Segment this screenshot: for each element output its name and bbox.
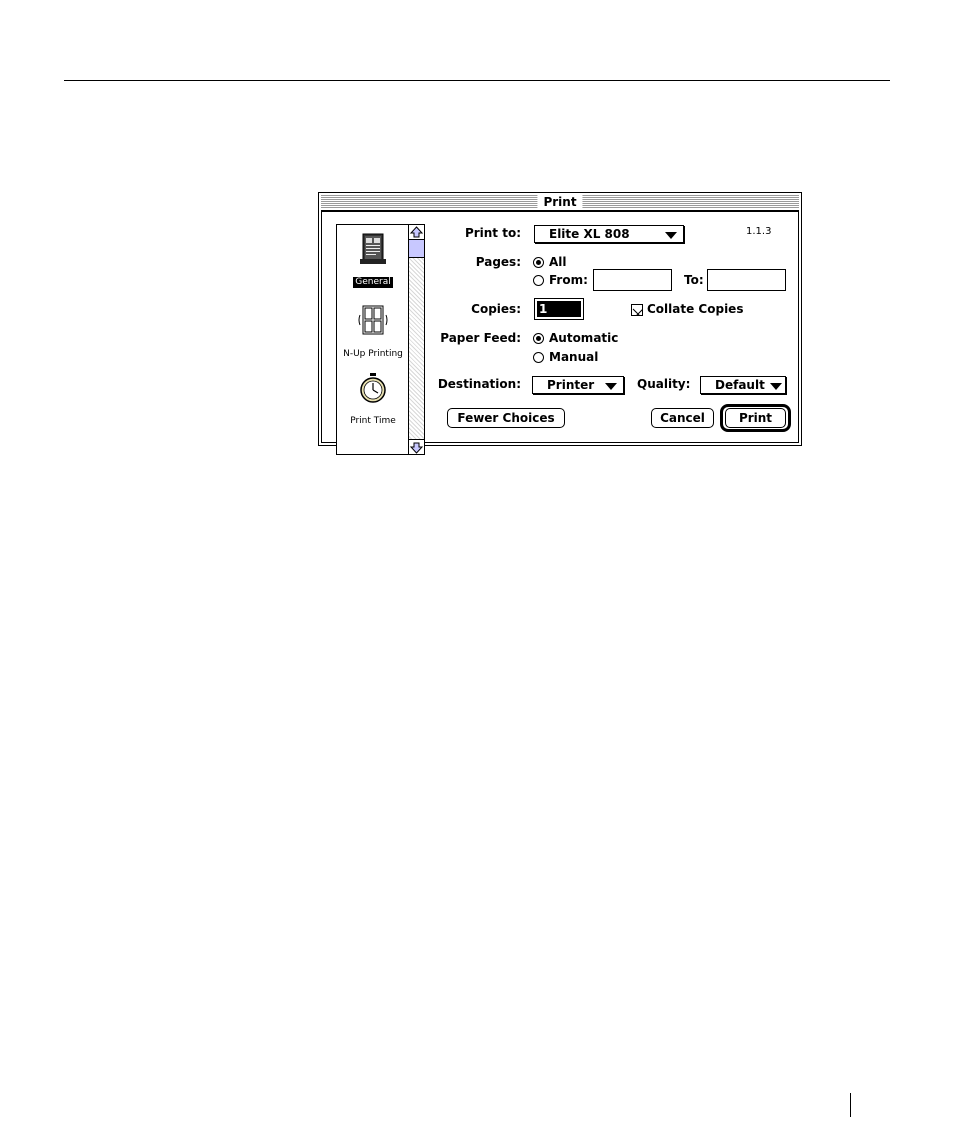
panel-scrollbar[interactable]: [408, 225, 424, 454]
quality-value: Default: [715, 378, 765, 392]
print-to-value: Elite XL 808: [549, 227, 630, 241]
pages-from-label: From:: [549, 273, 588, 287]
scroll-thumb[interactable]: [409, 240, 424, 258]
quality-label: Quality:: [637, 377, 691, 391]
print-dialog: Print General N-Up Printing Print Time 1…: [318, 192, 802, 455]
paper-feed-automatic-label: Automatic: [549, 331, 619, 345]
print-to-popup[interactable]: Elite XL 808: [534, 225, 684, 243]
fewer-choices-button[interactable]: Fewer Choices: [447, 408, 565, 428]
paper-feed-manual-label: Manual: [549, 350, 599, 364]
dialog-titlebar[interactable]: Print: [321, 195, 799, 209]
pages-label: Pages:: [475, 255, 521, 269]
collate-checkbox[interactable]: [631, 304, 643, 316]
panel-list: General N-Up Printing Print Time: [336, 224, 425, 455]
destination-label: Destination:: [437, 377, 521, 391]
panel-item-label: Print Time: [350, 416, 396, 426]
print-button[interactable]: Print: [725, 408, 786, 428]
quality-popup[interactable]: Default: [700, 376, 786, 394]
panel-item-general[interactable]: General: [337, 233, 409, 288]
popup-arrow-icon: [605, 383, 617, 390]
general-document-icon: [360, 233, 386, 264]
stopwatch-icon: [360, 373, 386, 403]
dialog-content: General N-Up Printing Print Time 1.1.3 P…: [321, 210, 799, 455]
paper-feed-manual-radio[interactable]: [533, 352, 544, 363]
collate-label: Collate Copies: [647, 302, 744, 316]
panel-item-label: General: [353, 277, 393, 288]
paper-feed-automatic-radio[interactable]: [533, 333, 544, 344]
pages-all-label: All: [549, 255, 567, 269]
pages-from-radio[interactable]: [533, 275, 544, 286]
panel-item-label: N-Up Printing: [343, 349, 403, 359]
down-arrow-icon: [409, 442, 424, 454]
paper-feed-label: Paper Feed:: [440, 331, 521, 345]
cancel-button[interactable]: Cancel: [651, 408, 714, 428]
pages-to-label: To:: [684, 273, 704, 287]
pages-to-field[interactable]: [707, 269, 786, 291]
panel-item-print-time[interactable]: Print Time: [337, 372, 409, 427]
page-margin-mark: [850, 1093, 851, 1117]
page-top-rule: [64, 80, 890, 81]
dialog-title: Print: [537, 195, 583, 209]
copies-value: 1: [537, 301, 581, 317]
copies-field[interactable]: 1: [534, 298, 584, 320]
up-arrow-icon: [409, 226, 424, 238]
pages-all-radio[interactable]: [533, 257, 544, 268]
destination-value: Printer: [547, 378, 595, 392]
popup-arrow-icon: [770, 383, 782, 390]
n-up-printing-icon: [358, 305, 388, 335]
print-to-label: Print to:: [464, 226, 521, 240]
pages-from-field[interactable]: [593, 269, 672, 291]
scroll-up-button[interactable]: [409, 225, 424, 240]
copies-label: Copies:: [471, 302, 521, 316]
panel-item-n-up-printing[interactable]: N-Up Printing: [337, 303, 409, 360]
scroll-down-button[interactable]: [409, 439, 424, 454]
popup-arrow-icon: [665, 232, 677, 239]
destination-popup[interactable]: Printer: [532, 376, 624, 394]
version-label: 1.1.3: [746, 226, 772, 237]
checkbox-x-icon: [632, 308, 642, 315]
